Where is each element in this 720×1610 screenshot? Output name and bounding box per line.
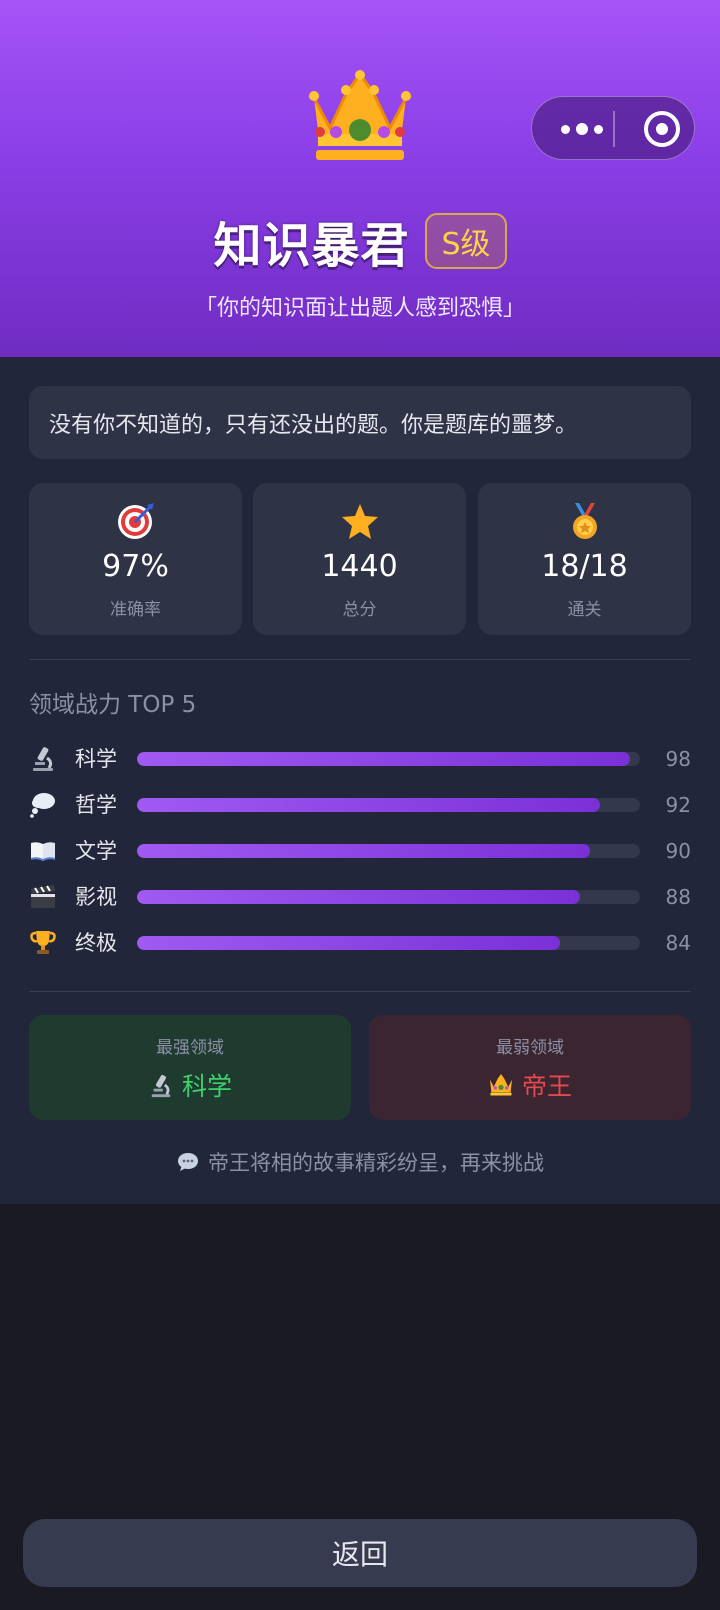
back-button[interactable]: 返回	[23, 1519, 697, 1587]
ranking-row: 哲学 92	[29, 790, 691, 820]
ranking-bar	[137, 844, 640, 858]
speech-bubble-icon	[178, 1153, 198, 1171]
ranking-bar	[137, 890, 640, 904]
stat-accuracy: 97% 准确率	[29, 483, 242, 635]
ranking-row: 科学 98	[29, 744, 691, 774]
ranking-row: 影视 88	[29, 882, 691, 912]
medal-icon	[572, 503, 597, 539]
record-target-icon[interactable]	[644, 111, 680, 147]
divider	[29, 991, 691, 992]
ranking-bar	[137, 752, 640, 766]
title-row: 知识暴君 S级	[0, 208, 720, 274]
mini-program-capsule	[531, 96, 695, 160]
ranking-name: 文学	[75, 839, 117, 863]
crown-icon	[309, 70, 411, 160]
result-title: 知识暴君	[213, 218, 410, 274]
stat-value: 1440	[321, 549, 398, 584]
ranking-name: 影视	[75, 885, 117, 909]
strongest-label: 最强领域	[156, 1038, 224, 1058]
strongest-domain: 最强领域 科学	[29, 1015, 351, 1120]
weakest-name: 帝王	[521, 1072, 572, 1101]
dart-target-icon	[117, 503, 154, 539]
strongest-name: 科学	[181, 1072, 232, 1101]
open-book-icon	[30, 842, 56, 862]
description-box: 没有你不知道的，只有还没出的题。你是题库的噩梦。	[29, 386, 691, 459]
microscope-icon	[151, 1074, 171, 1098]
stat-cleared: 18/18 通关	[478, 483, 691, 635]
ranking-row: 文学 90	[29, 836, 691, 866]
ranking-bar-fill	[137, 798, 600, 812]
microscope-icon	[33, 747, 53, 771]
capsule-divider	[613, 111, 615, 147]
ranking-row: 终极 84	[29, 928, 691, 958]
ranking-value: 90	[665, 839, 691, 863]
ranking-bar-fill	[137, 844, 590, 858]
ranking-name: 哲学	[75, 793, 117, 817]
ranking-bar	[137, 798, 640, 812]
stat-label: 准确率	[110, 600, 161, 620]
stat-value: 18/18	[541, 549, 628, 584]
challenge-tip: 帝王将相的故事精彩纷呈，再来挑战	[0, 1144, 720, 1180]
ranking-bar	[137, 936, 640, 950]
weakest-domain: 最弱领域 帝王	[369, 1015, 691, 1120]
result-card: 没有你不知道的，只有还没出的题。你是题库的噩梦。 97% 准确率 1440 总分…	[0, 357, 720, 1204]
ranking-bar-fill	[137, 752, 630, 766]
crown-icon	[489, 1073, 513, 1096]
ranking-title: 领域战力 TOP 5	[29, 692, 197, 718]
stat-value: 97%	[102, 549, 169, 584]
thought-bubble-icon	[30, 793, 55, 818]
star-icon	[341, 504, 378, 539]
divider	[29, 659, 691, 660]
ranking-name: 科学	[75, 747, 117, 771]
description-text: 没有你不知道的，只有还没出的题。你是题库的噩梦。	[49, 412, 578, 438]
stat-score: 1440 总分	[253, 483, 466, 635]
result-page: 知识暴君 S级 「你的知识面让出题人感到恐惧」 没有你不知道的，只有还没出的题。…	[0, 0, 720, 1610]
stat-label: 通关	[567, 600, 602, 620]
tip-text: 帝王将相的故事精彩纷呈，再来挑战	[208, 1151, 544, 1175]
result-quote: 「你的知识面让出题人感到恐惧」	[194, 296, 525, 321]
ranking-value: 88	[665, 885, 691, 909]
clapper-icon	[31, 885, 55, 908]
ranking-value: 84	[665, 931, 691, 955]
stat-label: 总分	[342, 600, 377, 620]
ranking-bar-fill	[137, 890, 580, 904]
ranking-name: 终极	[75, 931, 117, 955]
weakest-label: 最弱领域	[496, 1038, 564, 1058]
ranking-bar-fill	[137, 936, 560, 950]
ranking-value: 92	[665, 793, 691, 817]
ranking-value: 98	[665, 747, 691, 771]
more-dots-icon[interactable]	[552, 97, 612, 161]
grade-badge: S级	[425, 213, 507, 269]
result-header: 知识暴君 S级 「你的知识面让出题人感到恐惧」	[0, 0, 720, 357]
trophy-icon	[30, 931, 56, 954]
